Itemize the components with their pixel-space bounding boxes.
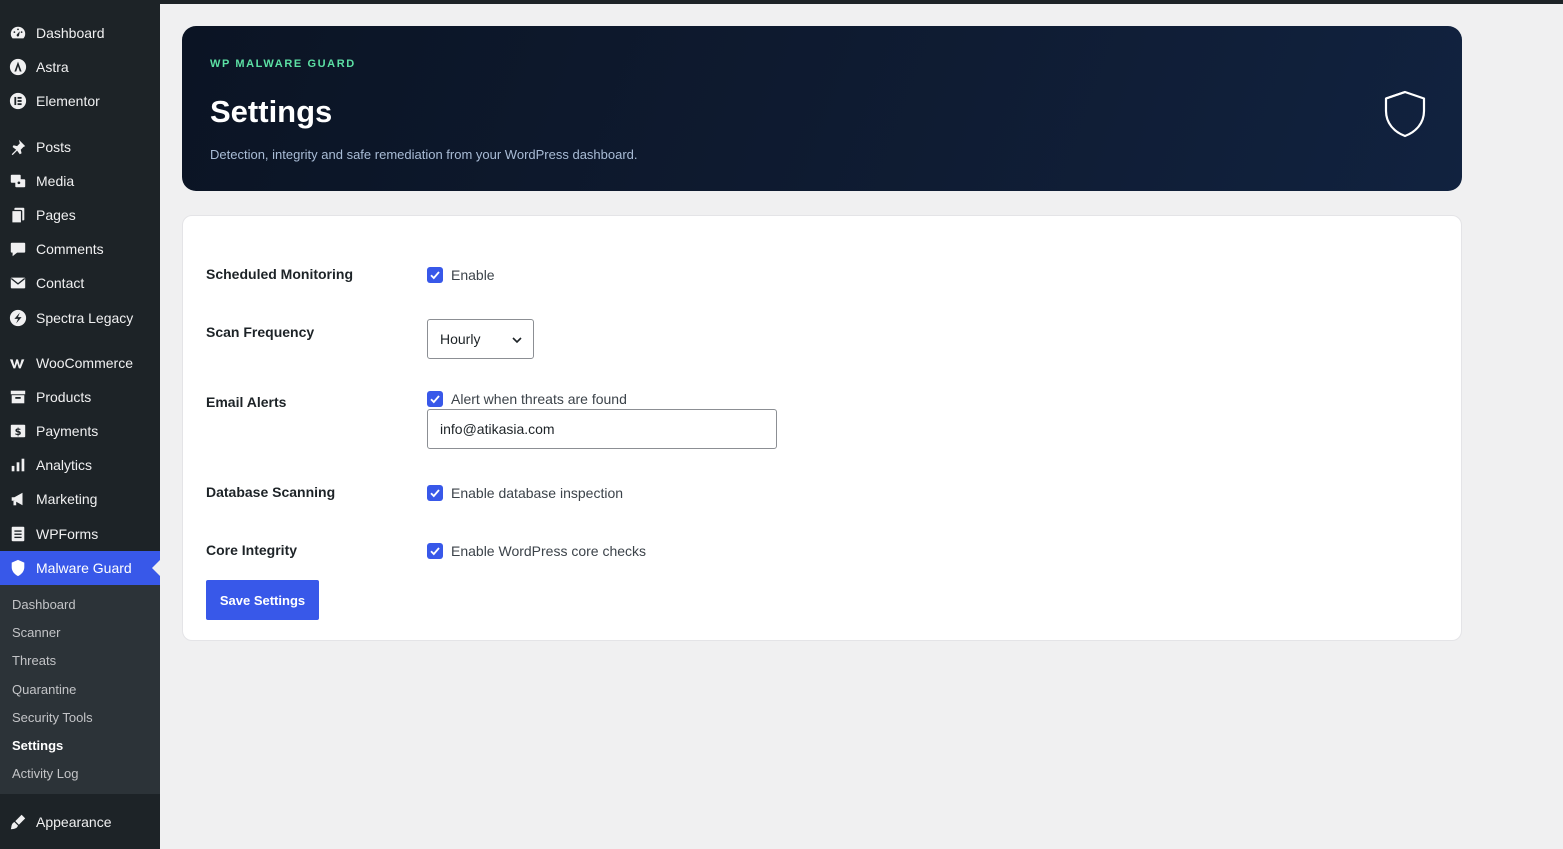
forms-icon	[8, 524, 28, 544]
admin-bar	[0, 0, 1563, 4]
scheduled-monitoring-row: Enable	[427, 267, 495, 283]
page-title: Settings	[210, 94, 333, 129]
scan-frequency-select[interactable]: Hourly	[427, 319, 534, 359]
megaphone-icon	[8, 489, 28, 509]
menu-item-label: Analytics	[36, 457, 93, 473]
check-icon	[430, 271, 440, 280]
shield-icon	[8, 558, 28, 578]
hero-subtitle: Detection, integrity and safe remediatio…	[210, 147, 638, 162]
menu-item-label: Payments	[36, 423, 99, 439]
settings-card: Scheduled Monitoring Enable Scan Frequen…	[182, 215, 1462, 641]
submenu-activity-log[interactable]: Activity Log	[12, 764, 78, 784]
dollar-icon: $	[8, 421, 28, 441]
scheduled-monitoring-checkbox[interactable]	[427, 267, 443, 283]
menu-item-wpforms[interactable]: WPForms	[0, 517, 160, 551]
menu-item-dashboard[interactable]: Dashboard	[0, 16, 160, 50]
shield-outline-icon	[1384, 90, 1426, 138]
menu-item-marketing[interactable]: Marketing	[0, 482, 160, 516]
menu-item-malware-guard[interactable]: Malware Guard	[0, 551, 160, 585]
pin-icon	[8, 137, 28, 157]
elementor-icon	[8, 91, 28, 111]
save-settings-button[interactable]: Save Settings	[206, 580, 319, 620]
menu-item-media[interactable]: Media	[0, 164, 160, 198]
menu-item-astra[interactable]: Astra	[0, 50, 160, 84]
submenu-quarantine[interactable]: Quarantine	[12, 680, 76, 700]
submenu-dashboard[interactable]: Dashboard	[12, 595, 76, 615]
menu-item-appearance[interactable]: Appearance	[0, 805, 160, 839]
menu-item-label: Marketing	[36, 491, 98, 507]
core-integrity-checkbox-label: Enable WordPress core checks	[451, 543, 647, 559]
chevron-down-icon	[512, 337, 522, 344]
database-scanning-checkbox[interactable]	[427, 485, 443, 501]
svg-text:$: $	[15, 427, 22, 438]
settings-hero: WP MALWARE GUARD Settings Detection, int…	[182, 26, 1462, 191]
menu-item-label: Appearance	[36, 814, 112, 830]
menu-item-elementor[interactable]: Elementor	[0, 84, 160, 118]
email-alerts-label: Email Alerts	[206, 394, 287, 410]
scan-frequency-label: Scan Frequency	[206, 324, 315, 340]
email-alerts-row: Alert when threats are found	[427, 391, 627, 407]
astra-icon	[8, 57, 28, 77]
alert-email-input[interactable]: info@atikasia.com	[427, 409, 777, 449]
menu-item-label: Dashboard	[36, 25, 105, 41]
menu-item-label: Products	[36, 389, 92, 405]
menu-item-label: Contact	[36, 275, 85, 291]
submenu-threats[interactable]: Threats	[12, 651, 56, 671]
database-scanning-row: Enable database inspection	[427, 485, 623, 501]
spectra-icon	[8, 308, 28, 328]
menu-item-label: Spectra Legacy	[36, 310, 134, 326]
database-scanning-label: Database Scanning	[206, 484, 336, 500]
menu-item-contact[interactable]: Contact	[0, 266, 160, 300]
submenu-security-tools[interactable]: Security Tools	[12, 708, 93, 728]
submenu-scanner[interactable]: Scanner	[12, 623, 60, 643]
comment-icon	[8, 239, 28, 259]
menu-item-comments[interactable]: Comments	[0, 232, 160, 266]
menu-item-posts[interactable]: Posts	[0, 130, 160, 164]
hero-eyebrow: WP MALWARE GUARD	[210, 58, 356, 70]
pages-icon	[8, 205, 28, 225]
admin-sidebar: Dashboard Astra Elementor Posts Media Pa…	[0, 4, 160, 849]
media-icon	[8, 171, 28, 191]
brush-icon	[8, 812, 28, 832]
current-menu-arrow	[152, 560, 160, 576]
menu-item-products[interactable]: Products	[0, 380, 160, 414]
menu-item-analytics[interactable]: Analytics	[0, 448, 160, 482]
email-alerts-checkbox[interactable]	[427, 391, 443, 407]
core-integrity-checkbox[interactable]	[427, 543, 443, 559]
menu-item-label: Astra	[36, 59, 69, 75]
menu-item-label: Elementor	[36, 93, 100, 109]
mail-icon	[8, 273, 28, 293]
menu-item-label: Comments	[36, 241, 104, 257]
check-icon	[430, 489, 440, 498]
menu-item-pages[interactable]: Pages	[0, 198, 160, 232]
malware-guard-submenu: Dashboard Scanner Threats Quarantine Sec…	[0, 585, 160, 794]
menu-item-label: Posts	[36, 139, 72, 155]
chart-bar-icon	[8, 455, 28, 475]
menu-item-label: Media	[36, 173, 75, 189]
menu-item-woocommerce[interactable]: WooCommerce	[0, 346, 160, 380]
check-icon	[430, 547, 440, 556]
check-icon	[430, 395, 440, 404]
core-integrity-label: Core Integrity	[206, 542, 298, 558]
menu-item-label: WPForms	[36, 526, 99, 542]
dashboard-icon	[8, 23, 28, 43]
menu-item-payments[interactable]: $ Payments	[0, 414, 160, 448]
submenu-settings[interactable]: Settings	[12, 736, 63, 756]
menu-item-spectra[interactable]: Spectra Legacy	[0, 301, 160, 335]
email-alerts-checkbox-label: Alert when threats are found	[451, 391, 627, 407]
core-integrity-row: Enable WordPress core checks	[427, 543, 646, 559]
scheduled-monitoring-checkbox-label: Enable	[451, 267, 495, 283]
menu-item-label: Pages	[36, 207, 76, 223]
menu-item-label: Malware Guard	[36, 560, 132, 576]
database-scanning-checkbox-label: Enable database inspection	[451, 485, 624, 501]
menu-item-label: WooCommerce	[36, 355, 133, 371]
scan-frequency-value: Hourly	[440, 331, 481, 347]
archive-icon	[8, 387, 28, 407]
scheduled-monitoring-label: Scheduled Monitoring	[206, 266, 353, 282]
woocommerce-icon	[8, 353, 28, 373]
